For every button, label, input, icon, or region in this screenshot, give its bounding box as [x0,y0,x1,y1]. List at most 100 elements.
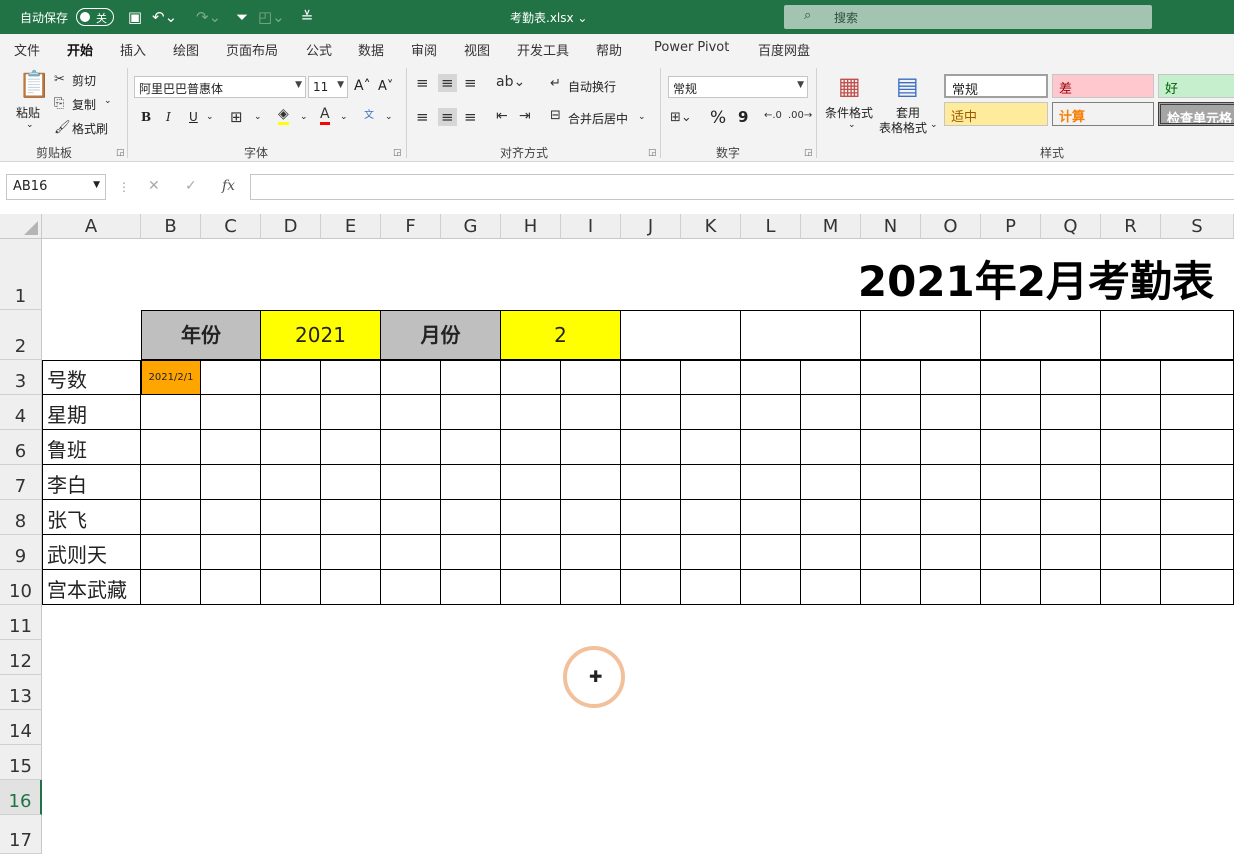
tab-baidu-netdisk[interactable]: 百度网盘 [758,40,810,59]
column-header-s[interactable]: S [1161,214,1234,239]
table-cell[interactable] [501,465,561,500]
formula-input[interactable] [250,174,1234,200]
align-middle-icon[interactable]: ≡ [438,74,457,92]
row-header-8[interactable]: 8 [0,500,42,535]
insert-function-icon[interactable]: fx [222,178,235,194]
table-cell[interactable] [621,360,681,395]
number-launcher-icon[interactable]: ◲ [804,148,813,158]
row-header-14[interactable]: 14 [0,710,42,745]
table-cell[interactable] [381,395,441,430]
underline-button[interactable]: U [189,110,198,124]
conditional-format-icon[interactable]: ▦ [838,72,861,100]
table-cell[interactable] [981,535,1041,570]
font-color-dropdown-icon[interactable]: ⌄ [340,112,348,122]
conditional-format-button[interactable]: 条件格式 [825,104,873,121]
table-cell[interactable] [441,360,501,395]
column-header-e[interactable]: E [321,214,381,239]
table-cell[interactable] [561,395,621,430]
table-cell[interactable] [441,535,501,570]
tab-review[interactable]: 审阅 [411,40,437,59]
table-cell[interactable] [1161,500,1234,535]
table-format-icon[interactable]: ▤ [896,72,919,100]
table-cell[interactable] [1041,535,1101,570]
table-cell[interactable] [201,430,261,465]
month-label-cell[interactable]: 月份 [381,310,501,360]
table-format-dropdown-icon[interactable]: ⌄ [930,120,938,130]
table-cell[interactable] [561,430,621,465]
column-header-l[interactable]: L [741,214,801,239]
table-cell[interactable] [921,465,981,500]
table-cell[interactable] [741,500,801,535]
table-cell[interactable] [201,570,261,605]
paste-dropdown-icon[interactable]: ⌄ [26,120,34,130]
table-cell[interactable] [441,500,501,535]
number-format-select[interactable]: 常规 ▼ [668,76,808,98]
table-cell[interactable] [861,360,921,395]
column-header-o[interactable]: O [921,214,981,239]
format-painter-button[interactable]: 格式刷 [72,120,108,137]
undo-icon[interactable]: ↶⌄ [152,7,177,27]
table-cell[interactable] [261,430,321,465]
table-cell[interactable] [561,570,621,605]
table-cell[interactable] [981,430,1041,465]
table-cell[interactable] [141,465,201,500]
table-cell[interactable] [321,465,381,500]
table-cell[interactable] [321,360,381,395]
table-cell[interactable] [621,535,681,570]
tab-formulas[interactable]: 公式 [306,40,332,59]
table-cell[interactable] [921,430,981,465]
table-cell[interactable] [681,395,741,430]
table-cell[interactable] [501,500,561,535]
table-cell[interactable] [801,395,861,430]
search-box[interactable]: ⌕ 搜索 [784,5,1152,29]
table-cell[interactable] [801,430,861,465]
select-all-button[interactable] [0,214,42,239]
month-value-cell[interactable]: 2 [501,310,621,360]
percent-button[interactable]: % [710,108,726,128]
filter-icon[interactable]: ⏷ [231,7,253,27]
tab-power-pivot[interactable]: Power Pivot [654,40,729,55]
table-cell[interactable] [321,500,381,535]
table-cell[interactable] [561,465,621,500]
merged-cell[interactable] [981,310,1101,360]
row-header-16[interactable]: 16 [0,780,42,815]
table-cell[interactable] [321,395,381,430]
table-cell[interactable] [1041,430,1101,465]
table-cell[interactable] [501,535,561,570]
table-cell[interactable] [141,430,201,465]
table-cell[interactable] [741,465,801,500]
increase-decimal-icon[interactable]: ←.0 [764,110,782,121]
table-cell[interactable] [921,535,981,570]
font-launcher-icon[interactable]: ◲ [393,148,402,158]
table-cell[interactable] [681,430,741,465]
row-header-4[interactable]: 4 [0,395,42,430]
row-header-9[interactable]: 9 [0,535,42,570]
table-cell[interactable] [801,500,861,535]
column-header-a[interactable]: A [42,214,141,239]
column-header-p[interactable]: P [981,214,1041,239]
column-header-j[interactable]: J [621,214,681,239]
row-header-12[interactable]: 12 [0,640,42,675]
tab-page-layout[interactable]: 页面布局 [226,40,278,59]
row-header-17[interactable]: 17 [0,815,42,854]
table-cell[interactable] [321,570,381,605]
row-header-15[interactable]: 15 [0,745,42,780]
column-header-i[interactable]: I [561,214,621,239]
alignment-launcher-icon[interactable]: ◲ [648,148,657,158]
table-cell[interactable] [741,570,801,605]
table-cell[interactable] [561,535,621,570]
comma-button[interactable]: 9 [738,108,748,126]
merged-cell[interactable] [1101,310,1234,360]
column-header-q[interactable]: Q [1041,214,1101,239]
tab-developer[interactable]: 开发工具 [517,40,569,59]
tab-draw[interactable]: 绘图 [173,40,199,59]
merged-cell[interactable] [861,310,981,360]
tab-file[interactable]: 文件 [14,40,40,59]
border-icon[interactable]: ⊞ [230,108,243,126]
tab-data[interactable]: 数据 [358,40,384,59]
phonetic-icon[interactable]: 文 [364,106,374,121]
currency-icon[interactable]: ⊞⌄ [670,110,692,125]
merged-cell[interactable] [741,310,861,360]
wrap-text-icon[interactable]: ↵ [550,76,561,91]
column-header-k[interactable]: K [681,214,741,239]
